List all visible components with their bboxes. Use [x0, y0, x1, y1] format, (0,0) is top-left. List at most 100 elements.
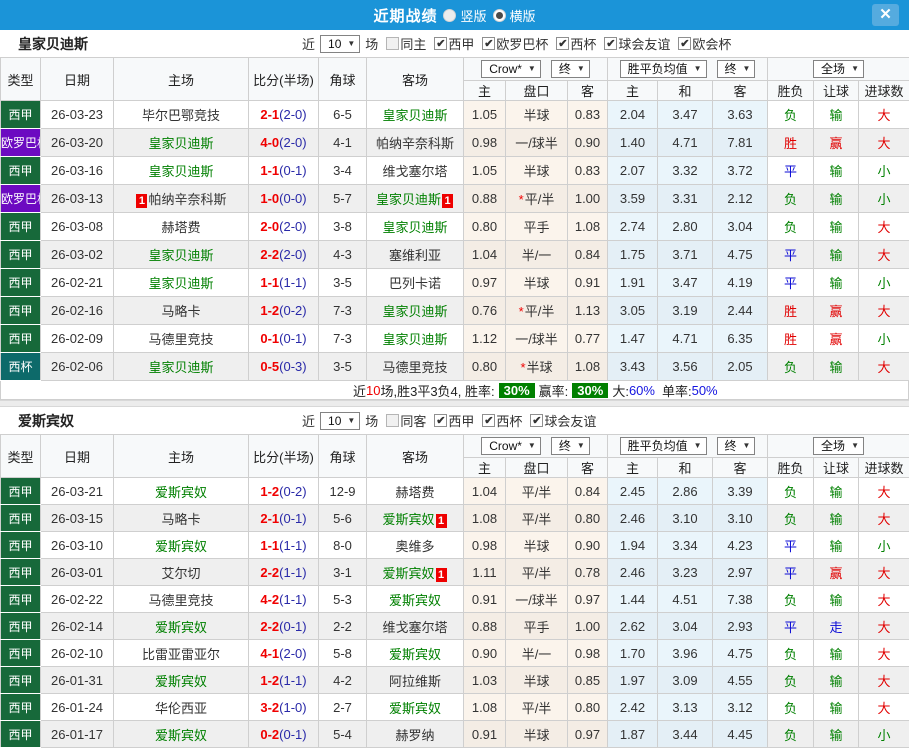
- league-label[interactable]: 欧罗巴杯: [496, 34, 548, 53]
- match-count-select[interactable]: 10 ▼: [320, 411, 361, 430]
- match-date: 26-02-14: [40, 612, 114, 640]
- home-team: 爱斯宾奴: [113, 612, 249, 640]
- handicap-away-odds: 0.80: [567, 504, 608, 532]
- match-date: 26-02-06: [40, 352, 114, 381]
- corner-score: 7-3: [318, 324, 367, 353]
- near-label: 近: [302, 37, 316, 52]
- away-team: 奥维多: [366, 531, 464, 559]
- league-checkbox[interactable]: ✔: [556, 37, 570, 50]
- match-type-badge: 西甲: [0, 240, 41, 269]
- league-checkbox[interactable]: ✔: [434, 414, 448, 427]
- match-type-badge: 西甲: [0, 324, 41, 353]
- summary-record: 场,胜3平3负4, 胜率:: [380, 383, 495, 399]
- league-label[interactable]: 西杯: [570, 34, 596, 53]
- result-outcome: 负: [767, 212, 815, 241]
- full-match-select[interactable]: 全场 ▼: [813, 60, 864, 78]
- odds-final-select[interactable]: 终 ▼: [716, 437, 756, 455]
- league-checkbox[interactable]: ✔: [434, 37, 448, 50]
- result-outcome: 胜: [767, 128, 815, 157]
- handicap-home-odds: 0.91: [463, 585, 506, 613]
- odds-away: 7.81: [711, 128, 769, 157]
- league-checkbox[interactable]: ✔: [678, 37, 692, 50]
- league-label[interactable]: 欧会杯: [692, 34, 731, 53]
- same-side-checkbox[interactable]: [386, 414, 400, 427]
- chevron-down-icon: ▼: [527, 441, 536, 450]
- vertical-layout-label[interactable]: 竖版: [460, 6, 486, 25]
- away-team: 爱斯宾奴: [366, 639, 464, 667]
- goals-outcome: 小: [858, 720, 909, 748]
- full-match-select[interactable]: 全场 ▼: [813, 437, 864, 455]
- vertical-layout-radio[interactable]: [443, 8, 457, 22]
- result-outcome: 负: [767, 666, 815, 694]
- handicap-final-select[interactable]: 终 ▼: [550, 437, 590, 455]
- league-checkbox[interactable]: ✔: [530, 414, 544, 427]
- handicap-line: 平/半: [505, 693, 568, 721]
- match-score: 3-2(1-0): [248, 693, 319, 721]
- halftime-score: (2-0): [279, 247, 307, 262]
- match-type-badge: 西甲: [0, 212, 41, 241]
- halftime-score: (0-2): [279, 483, 307, 499]
- team-name: 爱斯宾奴: [18, 412, 74, 429]
- col-let: 让球: [813, 80, 860, 101]
- team-name: 皇家贝迪斯: [18, 35, 88, 52]
- col-score: 比分(半场): [248, 57, 319, 101]
- league-checkbox[interactable]: ✔: [482, 414, 496, 427]
- match-score: 1-2(0-2): [248, 477, 319, 505]
- away-team-name: 皇家贝迪斯: [382, 332, 448, 347]
- home-team: 皇家贝迪斯: [113, 156, 249, 185]
- goals-outcome: 大: [858, 128, 909, 157]
- handicap-outcome: 赢: [813, 324, 860, 353]
- league-label[interactable]: 西杯: [496, 411, 522, 430]
- league-checkbox[interactable]: ✔: [482, 37, 496, 50]
- halftime-score: (0-1): [279, 331, 307, 346]
- halftime-score: (2-0): [279, 645, 307, 661]
- odds-average-select[interactable]: 胜平负均值 ▼: [619, 60, 707, 78]
- league-label[interactable]: 球会友谊: [544, 411, 596, 430]
- same-side-checkbox[interactable]: [386, 37, 400, 50]
- odds-final-select[interactable]: 终 ▼: [716, 60, 756, 78]
- match-score: 2-0(2-0): [248, 212, 319, 241]
- close-button[interactable]: ✕: [872, 4, 899, 26]
- league-label[interactable]: 球会友谊: [618, 34, 670, 53]
- handicap-final-select[interactable]: 终 ▼: [550, 60, 590, 78]
- match-date: 26-03-13: [40, 184, 114, 213]
- odds-draw: 3.09: [657, 666, 713, 694]
- league-checkbox[interactable]: ✔: [604, 37, 618, 50]
- odds-away: 4.55: [711, 666, 769, 694]
- horizontal-layout-label[interactable]: 横版: [510, 6, 536, 25]
- bookmaker-select[interactable]: Crow* ▼: [481, 60, 541, 78]
- odds-home: 2.62: [607, 612, 658, 640]
- handicap-home-odds: 1.12: [463, 324, 506, 353]
- recent-matches-table: 类型 日期 主场 比分(半场) 角球 客场 Crow* ▼ 终 ▼ 胜平负均值 ▼ 终…: [0, 434, 909, 748]
- fulltime-score: 0-2: [260, 726, 280, 742]
- handicap-outcome: 输: [813, 504, 860, 532]
- same-side-label[interactable]: 同客: [400, 411, 426, 430]
- odds-home: 1.40: [607, 128, 658, 157]
- handicap-outcome: 走: [813, 612, 860, 640]
- handicap-home-odds: 1.11: [463, 558, 506, 586]
- match-count-select[interactable]: 10 ▼: [320, 34, 361, 53]
- odds-average-select[interactable]: 胜平负均值 ▼: [619, 437, 707, 455]
- handicap-home-odds: 1.08: [463, 693, 506, 721]
- home-team-name: 皇家贝迪斯: [148, 276, 214, 291]
- bookmaker-select[interactable]: Crow* ▼: [481, 437, 541, 455]
- same-side-label[interactable]: 同主: [400, 34, 426, 53]
- col-date: 日期: [40, 434, 114, 478]
- col-result: 胜负: [767, 80, 815, 101]
- odd-rate-value: 50%: [691, 382, 718, 398]
- home-team: 马德里竞技: [113, 585, 249, 613]
- match-score: 0-1(0-1): [248, 324, 319, 353]
- odds-draw: 3.71: [657, 240, 713, 269]
- halftime-score: (1-1): [279, 672, 307, 688]
- fulltime-score: 2-2: [260, 564, 280, 580]
- handicap-line: 半球: [505, 720, 568, 748]
- corner-score: 8-0: [318, 531, 367, 559]
- league-label[interactable]: 西甲: [448, 34, 474, 53]
- league-label[interactable]: 西甲: [448, 411, 474, 430]
- match-row: 西甲 26-02-21 皇家贝迪斯 1-1(1-1) 3-5 巴列卡诺 0.97 半球 0.91…: [0, 268, 909, 297]
- away-team: 维戈塞尔塔: [366, 612, 464, 640]
- fulltime-score: 1-1: [260, 275, 280, 290]
- odds-draw: 2.80: [657, 212, 713, 241]
- corner-score: 3-4: [318, 156, 367, 185]
- horizontal-layout-radio[interactable]: [492, 8, 506, 22]
